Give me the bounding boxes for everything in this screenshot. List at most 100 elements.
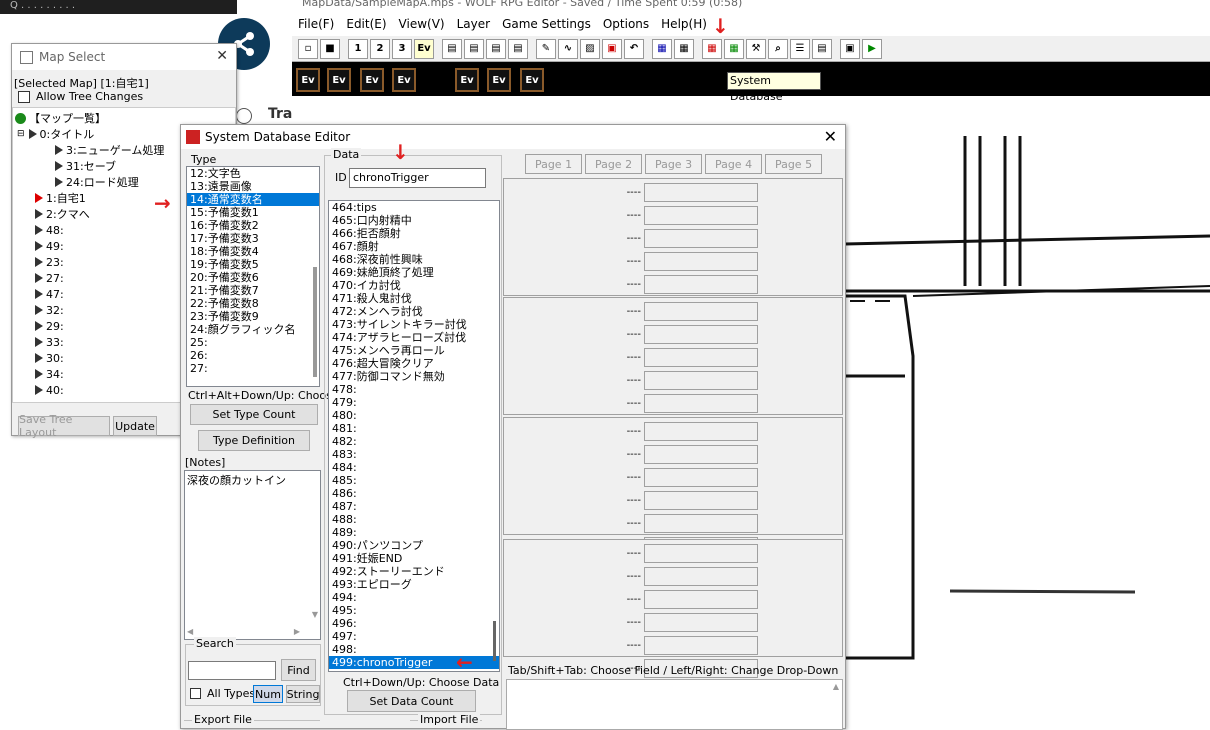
save-icon[interactable]: ■ [320, 38, 340, 59]
tree-item[interactable]: 29: [35, 318, 64, 334]
field-input[interactable] [644, 444, 758, 464]
menu-game-settings[interactable]: Game Settings [496, 17, 597, 31]
type-item[interactable]: 22:予備変数8 [187, 297, 319, 310]
data-item[interactable]: 468:深夜前性興味 [329, 253, 499, 266]
close-icon[interactable]: ✕ [216, 48, 228, 64]
data-item[interactable]: 486: [329, 487, 499, 500]
event-tile[interactable]: Ev [520, 68, 544, 92]
layer-3-button[interactable]: 3 [392, 38, 412, 59]
brush-icon[interactable]: ∿ [558, 38, 578, 59]
allow-tree-checkbox[interactable] [18, 90, 30, 103]
tree-item[interactable]: 40: [35, 382, 64, 398]
game-settings-icon[interactable]: ▣ [840, 38, 860, 59]
system-db-icon[interactable]: ▦ [702, 38, 722, 59]
changeable-db-icon[interactable]: ▦ [674, 38, 694, 59]
layer-2-button[interactable]: 2 [370, 38, 390, 59]
tree-item[interactable]: 34: [35, 366, 64, 382]
all-types-checkbox[interactable] [190, 688, 201, 699]
type-item[interactable]: 18:予備変数4 [187, 245, 319, 258]
data-item[interactable]: 477:防御コマンド無効 [329, 370, 499, 383]
tree-item[interactable]: 27: [35, 270, 64, 286]
scroll-up-icon[interactable]: ▲ [833, 682, 839, 691]
test-play-icon[interactable]: ▶ [862, 38, 882, 59]
type-list[interactable]: 12:文字色 13:遠景画像 14:通常変数名 15:予備変数1 16:予備変数… [186, 166, 320, 387]
common-event-icon[interactable]: ☰ [790, 38, 810, 59]
scroll-down-icon[interactable]: ▼ [312, 610, 318, 619]
description-textarea[interactable]: ▲ [506, 679, 843, 730]
notes-textarea[interactable]: 深夜の顔カットイン ▼ ◀ ▶ [184, 470, 321, 640]
tileset-icon[interactable]: ▦ [724, 38, 744, 59]
menu-options[interactable]: Options [597, 17, 655, 31]
tile-tool-3-icon[interactable]: ▤ [486, 38, 506, 59]
data-item[interactable]: 467:顔射 [329, 240, 499, 253]
tree-item[interactable]: 33: [35, 334, 64, 350]
data-item[interactable]: 482: [329, 435, 499, 448]
tree-item[interactable]: 1:自宅1 [35, 190, 86, 206]
field-input[interactable] [644, 635, 758, 655]
type-item[interactable]: 20:予備変数6 [187, 271, 319, 284]
menu-file[interactable]: File(F) [292, 17, 340, 31]
data-item[interactable]: 498: [329, 643, 499, 656]
layer-1-button[interactable]: 1 [348, 38, 368, 59]
tree-item[interactable]: 30: [35, 350, 64, 366]
fill-icon[interactable]: ▨ [580, 38, 600, 59]
data-item[interactable]: 473:サイレントキラー討伐 [329, 318, 499, 331]
data-item[interactable]: 469:妹絶頂終了処理 [329, 266, 499, 279]
data-item[interactable]: 470:イカ討伐 [329, 279, 499, 292]
field-input[interactable] [644, 513, 758, 533]
data-item[interactable]: 484: [329, 461, 499, 474]
event-tile[interactable]: Ev [360, 68, 384, 92]
data-item[interactable]: 464:tips [329, 201, 499, 214]
id-input[interactable]: chronoTrigger [349, 168, 486, 188]
new-file-icon[interactable]: ▫ [298, 38, 318, 59]
data-item[interactable]: 472:メンヘラ討伐 [329, 305, 499, 318]
field-input[interactable] [644, 274, 758, 294]
data-item[interactable]: 488: [329, 513, 499, 526]
data-item[interactable]: 495: [329, 604, 499, 617]
stamp-icon[interactable]: ▣ [602, 38, 622, 59]
update-button[interactable]: Update [113, 416, 157, 436]
menu-edit[interactable]: Edit(E) [340, 17, 392, 31]
tile-tool-2-icon[interactable]: ▤ [464, 38, 484, 59]
tab-page-4[interactable]: Page 4 [705, 154, 762, 174]
tab-page-2[interactable]: Page 2 [585, 154, 642, 174]
data-item[interactable]: 478: [329, 383, 499, 396]
field-input[interactable] [644, 543, 758, 563]
type-item[interactable]: 24:顔グラフィック名 [187, 323, 319, 336]
type-item[interactable]: 21:予備変数7 [187, 284, 319, 297]
field-input[interactable] [644, 301, 758, 321]
tree-item[interactable]: 49: [35, 238, 64, 254]
field-input[interactable] [644, 251, 758, 271]
type-item[interactable]: 15:予備変数1 [187, 206, 319, 219]
data-item[interactable]: 490:パンツコンプ [329, 539, 499, 552]
data-item[interactable]: 497: [329, 630, 499, 643]
field-input[interactable] [644, 182, 758, 202]
data-item[interactable]: 476:超大冒険クリア [329, 357, 499, 370]
scrollbar-thumb[interactable] [493, 621, 496, 661]
tree-item[interactable]: 31:セーブ [55, 158, 116, 174]
scroll-left-icon[interactable]: ◀ [187, 627, 193, 636]
data-item[interactable]: 493:エピローグ [329, 578, 499, 591]
tree-item[interactable]: 23: [35, 254, 64, 270]
string-toggle[interactable]: String [286, 685, 320, 703]
field-input[interactable] [644, 467, 758, 487]
field-input[interactable] [644, 324, 758, 344]
type-item[interactable]: 23:予備変数9 [187, 310, 319, 323]
tile-tool-1-icon[interactable]: ▤ [442, 38, 462, 59]
menu-view[interactable]: View(V) [393, 17, 451, 31]
set-data-count-button[interactable]: Set Data Count [347, 690, 476, 712]
menu-layer[interactable]: Layer [451, 17, 496, 31]
event-tile[interactable]: Ev [296, 68, 320, 92]
data-item[interactable]: 466:拒否顔射 [329, 227, 499, 240]
field-input[interactable] [644, 347, 758, 367]
tree-item[interactable]: ⊟ 0:タイトル [17, 126, 94, 142]
data-item[interactable]: 494: [329, 591, 499, 604]
search-icon[interactable]: ⌕ [768, 38, 788, 59]
type-definition-button[interactable]: Type Definition [198, 430, 310, 451]
field-input[interactable] [644, 370, 758, 390]
data-item[interactable]: 474:アザラヒーローズ討伐 [329, 331, 499, 344]
data-item[interactable]: 485: [329, 474, 499, 487]
data-item[interactable]: 496: [329, 617, 499, 630]
expand-icon[interactable]: ⊟ [17, 129, 25, 139]
user-db-icon[interactable]: ▦ [652, 38, 672, 59]
